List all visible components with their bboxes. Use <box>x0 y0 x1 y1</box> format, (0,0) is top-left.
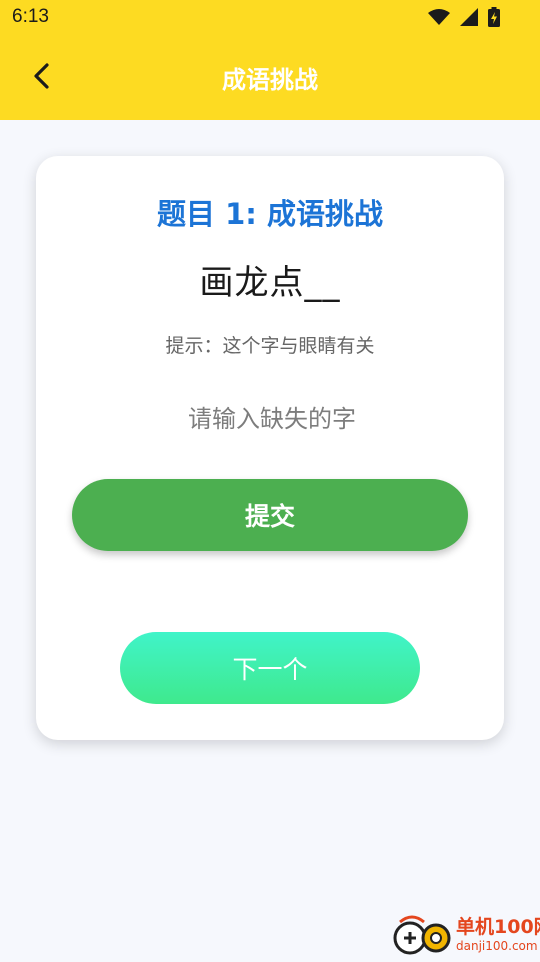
question-title: 题目 1: 成语挑战 <box>157 197 383 231</box>
status-icons <box>428 7 500 27</box>
wifi-icon <box>428 8 450 26</box>
idiom-text: 画龙点__ <box>199 263 341 303</box>
watermark: 单机100网 danji100.com <box>390 914 540 958</box>
answer-input[interactable] <box>72 396 472 442</box>
app-header: 6:13 成语挑战 <box>0 0 540 120</box>
watermark-logo-icon <box>390 914 454 958</box>
watermark-name: 单机100网 <box>456 916 540 938</box>
watermark-domain: danji100.com <box>456 939 538 953</box>
next-button[interactable]: 下一个 <box>120 632 420 704</box>
page-title: 成语挑战 <box>222 66 318 94</box>
battery-charging-icon <box>488 7 500 27</box>
cellular-signal-icon <box>460 8 478 26</box>
hint-text: 提示：这个字与眼睛有关 <box>165 335 375 357</box>
question-card: 题目 1: 成语挑战 画龙点__ 提示：这个字与眼睛有关 提交 下一个 <box>36 156 504 740</box>
submit-button[interactable]: 提交 <box>72 479 468 551</box>
status-bar: 6:13 <box>0 0 540 36</box>
status-time: 6:13 <box>12 6 49 27</box>
